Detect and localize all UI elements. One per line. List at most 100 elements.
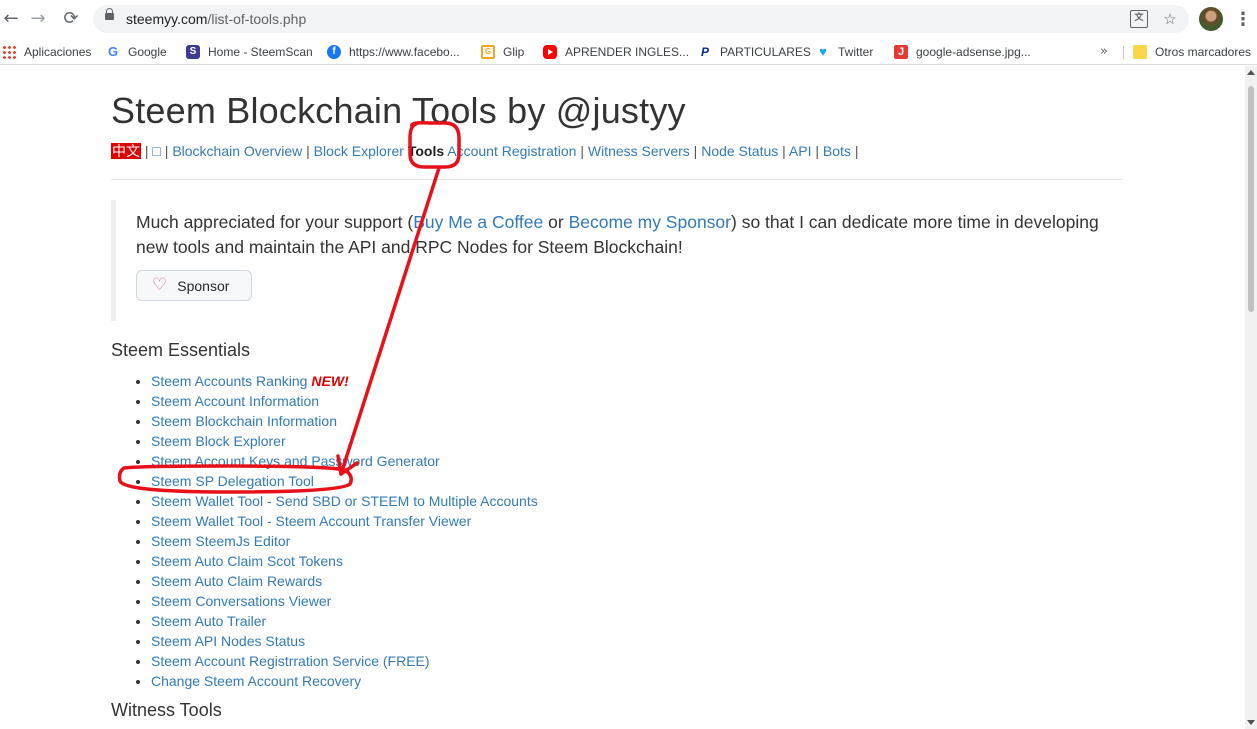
nav-api[interactable]: API (789, 143, 812, 159)
support-text-mid: or (543, 212, 569, 232)
url-domain: steemyy.com (126, 11, 208, 27)
star-icon[interactable]: ☆ (1161, 10, 1179, 28)
address-bar[interactable]: steemyy.com/list-of-tools.php 文 ☆ (93, 5, 1189, 33)
nav-node-status[interactable]: Node Status (701, 143, 778, 159)
folder-icon (1133, 45, 1147, 59)
tool-link-wallet-send-multiple[interactable]: Steem Wallet Tool - Send SBD or STEEM to… (151, 493, 538, 509)
url-text[interactable]: steemyy.com/list-of-tools.php (126, 11, 306, 27)
steemscan-icon: S (186, 45, 200, 59)
bookmark-label: Glip (503, 45, 525, 59)
bookmark-steemscan[interactable]: S Home - SteemScan (186, 43, 313, 61)
bookmark-particulares[interactable]: P PARTICULARES (698, 43, 811, 61)
browser-toolbar: ← → ⟳ steemyy.com/list-of-tools.php 文 ☆ … (0, 0, 1257, 38)
list-item: Steem Auto Trailer (151, 611, 538, 631)
bookmarks-divider (1123, 46, 1124, 59)
list-item: Steem Auto Claim Scot Tokens (151, 551, 538, 571)
list-item: Steem Account Information (151, 391, 538, 411)
bookmarks-bar: Aplicaciones G Google S Home - SteemScan… (0, 38, 1257, 65)
vertical-scrollbar[interactable] (1245, 66, 1257, 729)
tool-link-claim-rewards[interactable]: Steem Auto Claim Rewards (151, 573, 322, 589)
scroll-down-icon[interactable] (1247, 720, 1255, 725)
divider (111, 179, 1122, 180)
back-icon[interactable]: ← (0, 8, 22, 30)
new-badge: NEW! (311, 373, 349, 389)
tool-link-account-information[interactable]: Steem Account Information (151, 393, 319, 409)
nav-separator: | (778, 143, 789, 159)
nav-box-link[interactable]: □ (152, 143, 160, 159)
apps-grid-icon (2, 45, 16, 59)
forward-icon[interactable]: → (27, 8, 49, 30)
nav-separator: | (689, 143, 702, 159)
url-path: /list-of-tools.php (207, 11, 307, 27)
glip-icon: G (481, 45, 495, 59)
nav-blockchain-overview[interactable]: Blockchain Overview (172, 143, 302, 159)
tool-link-api-nodes-status[interactable]: Steem API Nodes Status (151, 633, 305, 649)
nav-tools[interactable]: Tools (408, 143, 444, 159)
scroll-up-icon[interactable] (1247, 70, 1255, 75)
buy-me-coffee-link[interactable]: Buy Me a Coffee (413, 212, 543, 232)
bookmark-glip[interactable]: G Glip (481, 43, 524, 61)
google-icon: G (107, 44, 119, 59)
bookmark-label: Google (128, 45, 167, 59)
tool-link-change-recovery[interactable]: Change Steem Account Recovery (151, 673, 361, 689)
bookmark-label: Twitter (838, 45, 874, 59)
lock-icon[interactable] (105, 8, 114, 20)
nav-separator: | (850, 143, 859, 159)
bookmark-google-adsense[interactable]: J google-adsense.jpg... (894, 43, 1031, 61)
nav-block-explorer[interactable]: Block Explorer (314, 143, 404, 159)
nav-account-registration[interactable]: Account Registration (447, 143, 576, 159)
tool-link-auto-trailer[interactable]: Steem Auto Trailer (151, 613, 266, 629)
reload-icon[interactable]: ⟳ (60, 8, 82, 30)
page-title: Steem Blockchain Tools by @justyy (111, 90, 686, 131)
heart-icon: ♡ (152, 275, 168, 295)
tool-link-steemjs-editor[interactable]: Steem SteemJs Editor (151, 533, 290, 549)
bookmark-label: https://www.facebo... (349, 45, 460, 59)
more-bookmarks-icon[interactable]: » (1100, 44, 1108, 59)
support-text-pre: Much appreciated for your support ( (136, 212, 414, 232)
bookmark-label: google-adsense.jpg... (916, 45, 1031, 59)
list-item: Change Steem Account Recovery (151, 671, 538, 691)
bookmark-otros-marcadores[interactable]: Otros marcadores (1133, 43, 1251, 61)
bookmark-facebook[interactable]: f https://www.facebo... (327, 43, 460, 61)
list-item: Steem API Nodes Status (151, 631, 538, 651)
bookmark-label: Home - SteemScan (208, 45, 313, 59)
support-notice: Much appreciated for your support (Buy M… (111, 200, 1122, 321)
page-content: Steem Blockchain Tools by @justyy 中文 | □… (0, 66, 1244, 729)
bookmark-aprender-ingles[interactable]: APRENDER INGLES... (543, 43, 689, 61)
nav-chinese-link[interactable]: 中文 (111, 143, 141, 159)
tool-link-conversations-viewer[interactable]: Steem Conversations Viewer (151, 593, 331, 609)
bookmark-label: PARTICULARES (720, 45, 811, 59)
list-item: Steem SteemJs Editor (151, 531, 538, 551)
facebook-icon: f (327, 45, 341, 59)
list-item: Steem Wallet Tool - Send SBD or STEEM to… (151, 491, 538, 511)
browser-menu-icon[interactable]: ⋮ (1234, 9, 1252, 29)
bookmark-twitter[interactable]: ♥ Twitter (816, 43, 873, 61)
tool-link-blockchain-information[interactable]: Steem Blockchain Information (151, 413, 337, 429)
bookmark-label: APRENDER INGLES... (565, 45, 690, 59)
translate-icon[interactable]: 文 (1130, 10, 1148, 28)
tool-link-claim-scot-tokens[interactable]: Steem Auto Claim Scot Tokens (151, 553, 343, 569)
list-item: Steem Wallet Tool - Steem Account Transf… (151, 511, 538, 531)
support-text: Much appreciated for your support (Buy M… (136, 210, 1121, 260)
steem-essentials-heading: Steem Essentials (111, 340, 251, 360)
tool-link-block-explorer[interactable]: Steem Block Explorer (151, 433, 286, 449)
nav-witness-servers[interactable]: Witness Servers (588, 143, 690, 159)
paypal-icon: P (700, 45, 709, 59)
tool-link-transfer-viewer[interactable]: Steem Wallet Tool - Steem Account Transf… (151, 513, 471, 529)
tool-link-keys-generator[interactable]: Steem Account Keys and Password Generato… (151, 453, 440, 469)
nav-bots[interactable]: Bots (823, 143, 851, 159)
become-sponsor-link[interactable]: Become my Sponsor (569, 212, 731, 232)
bookmark-aplicaciones[interactable]: Aplicaciones (2, 43, 91, 61)
list-item: Steem Accounts RankingNEW! (151, 371, 538, 391)
top-navigation: 中文 | □ | Blockchain Overview | Block Exp… (111, 141, 858, 161)
tool-link-account-registration[interactable]: Steem Account Registrration Service (FRE… (151, 653, 430, 669)
scroll-thumb[interactable] (1248, 86, 1254, 312)
tool-link-accounts-ranking[interactable]: Steem Accounts Ranking (151, 373, 307, 389)
nav-separator: | (811, 143, 823, 159)
tool-link-sp-delegation[interactable]: Steem SP Delegation Tool (151, 473, 314, 489)
profile-avatar[interactable] (1199, 7, 1223, 31)
list-item: Steem Conversations Viewer (151, 591, 538, 611)
witness-tools-heading: Witness Tools (111, 700, 222, 720)
bookmark-google[interactable]: G Google (106, 43, 167, 61)
sponsor-button[interactable]: ♡ Sponsor (136, 270, 252, 301)
